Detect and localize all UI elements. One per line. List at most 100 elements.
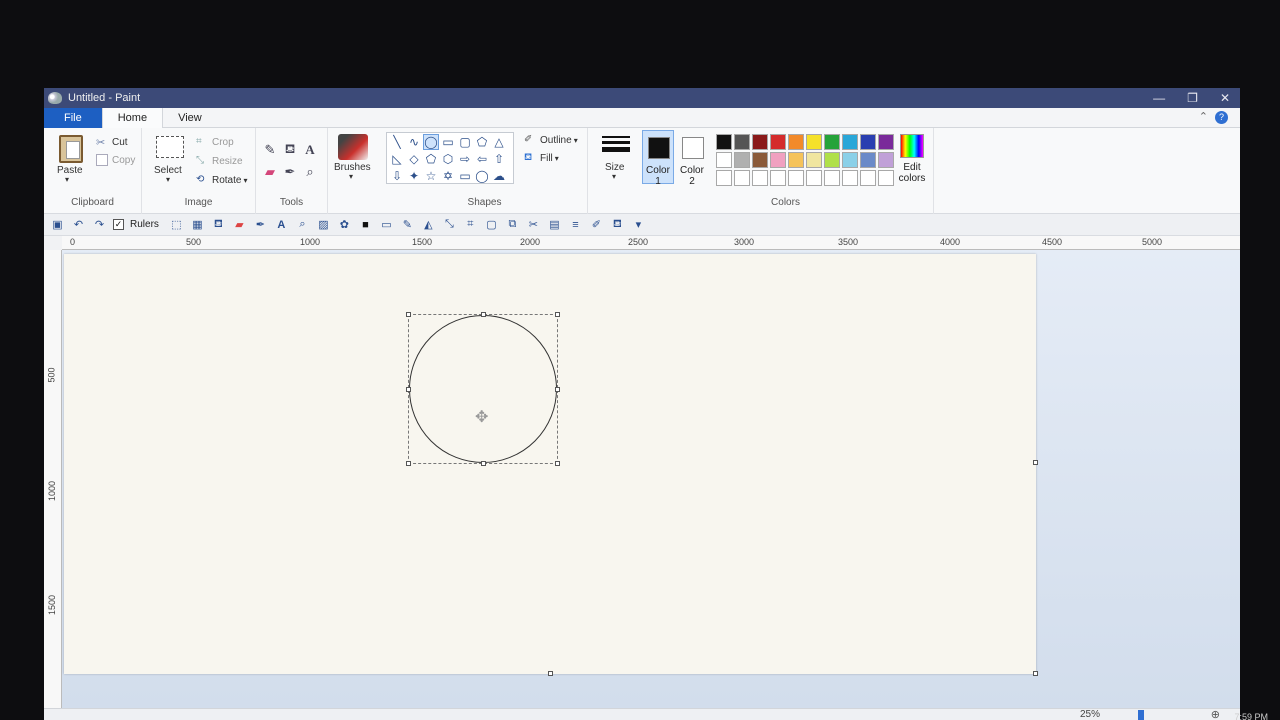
- outline-button[interactable]: ✐ Outline ▾: [524, 134, 578, 146]
- rulers-checkbox[interactable]: ✓: [113, 219, 124, 230]
- zoom-in-icon[interactable]: ⊕: [1211, 708, 1220, 720]
- triangle-shape-icon[interactable]: △: [491, 134, 507, 150]
- color-swatch[interactable]: [752, 134, 768, 150]
- image-icon[interactable]: ▨: [316, 217, 331, 232]
- copy-icon[interactable]: ⧉: [505, 217, 520, 232]
- color-swatch[interactable]: [878, 152, 894, 168]
- line-shape-icon[interactable]: ╲: [389, 134, 405, 150]
- color-swatch[interactable]: [734, 152, 750, 168]
- right-arrow-shape-icon[interactable]: ⇨: [457, 151, 473, 167]
- resize-handle[interactable]: [406, 312, 411, 317]
- eraser-icon[interactable]: ▰: [232, 217, 247, 232]
- tab-home[interactable]: Home: [101, 108, 164, 128]
- color-swatch[interactable]: [824, 170, 840, 186]
- tab-view[interactable]: View: [163, 108, 217, 128]
- color-swatch[interactable]: [734, 134, 750, 150]
- customize-toolbar-icon[interactable]: ▾: [631, 217, 646, 232]
- six-point-star-shape-icon[interactable]: ✡: [440, 168, 456, 184]
- crop-icon[interactable]: ⌗: [463, 217, 478, 232]
- color-swatch[interactable]: [770, 152, 786, 168]
- cloud-callout-shape-icon[interactable]: ☁: [491, 168, 507, 184]
- color-swatch[interactable]: [824, 134, 840, 150]
- text-icon[interactable]: A: [302, 142, 318, 158]
- color-swatch[interactable]: [752, 170, 768, 186]
- color-swatch[interactable]: [842, 152, 858, 168]
- shape-selection[interactable]: ✥: [406, 312, 560, 466]
- hexagon-shape-icon[interactable]: ⬡: [440, 151, 456, 167]
- four-point-star-shape-icon[interactable]: ✦: [406, 168, 422, 184]
- fill-icon[interactable]: ⛾: [610, 217, 625, 232]
- magnifier-icon[interactable]: ⌕: [295, 217, 310, 232]
- polygon-shape-icon[interactable]: ⬠: [474, 134, 490, 150]
- redo-icon[interactable]: ↷: [92, 217, 107, 232]
- color-swatch[interactable]: [842, 170, 858, 186]
- zoom-slider[interactable]: [1138, 710, 1144, 720]
- color-swatch[interactable]: [734, 170, 750, 186]
- select-button[interactable]: Select ▾: [142, 128, 196, 188]
- scissors-icon[interactable]: ✂: [526, 217, 541, 232]
- close-button[interactable]: ✕: [1220, 91, 1230, 105]
- resize-handle[interactable]: [481, 312, 486, 317]
- triangle-icon[interactable]: ◭: [421, 217, 436, 232]
- color-swatch[interactable]: [860, 152, 876, 168]
- rounded-callout-shape-icon[interactable]: ▭: [457, 168, 473, 184]
- pencil-icon[interactable]: ✎: [262, 142, 278, 158]
- five-point-star-shape-icon[interactable]: ☆: [423, 168, 439, 184]
- up-arrow-shape-icon[interactable]: ⇧: [491, 151, 507, 167]
- color-1-button[interactable]: Color 1: [642, 130, 674, 187]
- save-icon[interactable]: ▣: [50, 217, 65, 232]
- color-swatch[interactable]: [788, 152, 804, 168]
- drawing-canvas[interactable]: ✥: [64, 254, 1038, 676]
- color-swatch[interactable]: [824, 152, 840, 168]
- drawn-circle[interactable]: [409, 315, 557, 463]
- color-swatch[interactable]: [752, 152, 768, 168]
- resize-handle[interactable]: [406, 461, 411, 466]
- select-all-icon[interactable]: ⬚: [169, 217, 184, 232]
- shape-icon[interactable]: ▢: [484, 217, 499, 232]
- color-swatch[interactable]: [806, 152, 822, 168]
- rectangle-icon[interactable]: ▭: [379, 217, 394, 232]
- curve-shape-icon[interactable]: ∿: [406, 134, 422, 150]
- paste-icon[interactable]: ▤: [547, 217, 562, 232]
- canvas-resize-handle[interactable]: [1033, 460, 1038, 465]
- color-swatch[interactable]: [860, 170, 876, 186]
- maximize-button[interactable]: ❐: [1187, 91, 1198, 105]
- undo-icon[interactable]: ↶: [71, 217, 86, 232]
- rotate-button[interactable]: ⟲ Rotate ▾: [196, 174, 247, 186]
- tab-file[interactable]: File: [44, 108, 102, 128]
- color-swatch[interactable]: [788, 170, 804, 186]
- rounded-rectangle-shape-icon[interactable]: ▢: [457, 134, 473, 150]
- diamond-shape-icon[interactable]: ◇: [406, 151, 422, 167]
- magnifier-icon[interactable]: ⌕: [302, 164, 318, 180]
- canvas-resize-handle[interactable]: [548, 671, 553, 676]
- color-swatch-icon[interactable]: ■: [358, 217, 373, 232]
- edit-colors-button[interactable]: Edit colors: [894, 128, 930, 188]
- color-2-button[interactable]: Color 2: [676, 130, 708, 187]
- color-swatch[interactable]: [716, 152, 732, 168]
- rectangle-shape-icon[interactable]: ▭: [440, 134, 456, 150]
- color-swatch[interactable]: [806, 134, 822, 150]
- resize-handle[interactable]: [406, 387, 411, 392]
- outline-pen-icon[interactable]: ✐: [589, 217, 604, 232]
- crop-button[interactable]: ⌗ Crop: [196, 136, 234, 148]
- brushes-button[interactable]: Brushes ▾: [328, 128, 378, 184]
- minimize-button[interactable]: —: [1153, 91, 1165, 105]
- color-swatch[interactable]: [716, 170, 732, 186]
- eraser-icon[interactable]: ▰: [262, 164, 278, 180]
- chevron-up-icon[interactable]: ⌃: [1199, 110, 1208, 123]
- brush-icon[interactable]: ✿: [337, 217, 352, 232]
- select-icon[interactable]: ▦: [190, 217, 205, 232]
- resize-button[interactable]: ⤡ Resize: [196, 155, 243, 167]
- color-swatch[interactable]: [878, 134, 894, 150]
- color-swatch[interactable]: [770, 134, 786, 150]
- oval-shape-icon[interactable]: ◯: [423, 134, 439, 150]
- fill-bucket-icon[interactable]: ⛾: [282, 141, 298, 158]
- resize-handle[interactable]: [481, 461, 486, 466]
- fill-bucket-icon[interactable]: ⛾: [211, 217, 226, 232]
- resize-handle[interactable]: [555, 387, 560, 392]
- pentagon-shape-icon[interactable]: ⬠: [423, 151, 439, 167]
- color-swatch[interactable]: [806, 170, 822, 186]
- left-arrow-shape-icon[interactable]: ⇦: [474, 151, 490, 167]
- color-swatch[interactable]: [842, 134, 858, 150]
- color-picker-icon[interactable]: ✒: [253, 217, 268, 232]
